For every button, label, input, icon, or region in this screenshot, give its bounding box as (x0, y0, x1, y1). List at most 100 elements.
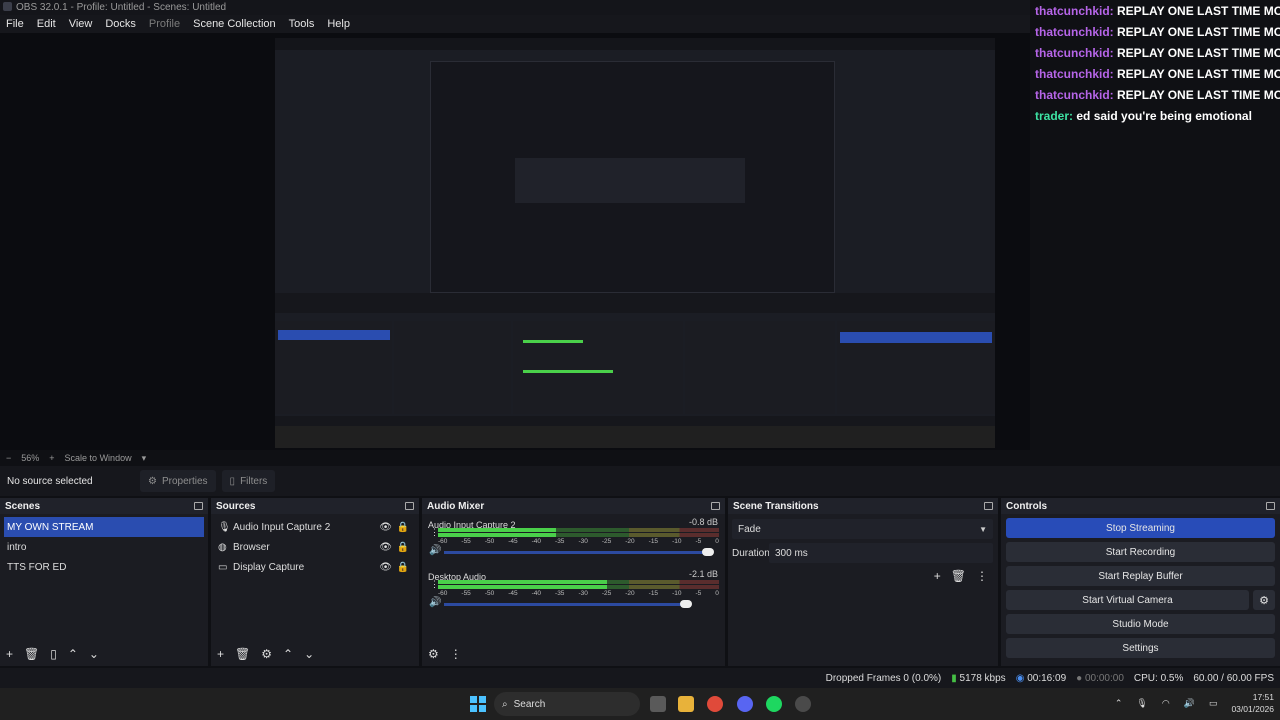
transition-value: Fade (738, 523, 761, 535)
chevron-down-icon: ▼ (979, 524, 987, 534)
chrome-icon[interactable] (707, 696, 723, 712)
lock-icon[interactable]: 🔒 (397, 522, 409, 533)
speaker-icon[interactable]: 🔊 (429, 545, 441, 556)
preview-area[interactable] (0, 33, 1030, 450)
volume-slider[interactable] (444, 548, 714, 556)
title-bar: OBS 32.0.1 - Profile: Untitled - Scenes:… (0, 0, 1030, 15)
undock-icon[interactable] (405, 502, 414, 510)
level-meter (438, 528, 719, 538)
menu-scene-collection[interactable]: Scene Collection (193, 18, 276, 30)
date: 03/01/2026 (1231, 704, 1274, 714)
audio-mixer-dock: Audio Mixer Audio Input Capture 2 -0.8 d… (422, 498, 728, 666)
dock-title: Controls (1006, 500, 1048, 512)
meter-tick-label: -5 (695, 538, 702, 545)
eye-icon[interactable]: 👁 (379, 562, 392, 573)
gear-icon[interactable]: ⚙ (261, 647, 272, 661)
scene-item-my-own-stream[interactable]: MY OWN STREAM (4, 517, 204, 537)
scenes-dock: Scenes MY OWN STREAM intro TTS FOR ED + … (0, 498, 211, 666)
file-explorer-icon[interactable] (678, 696, 694, 712)
discord-icon[interactable] (737, 696, 753, 712)
stop-streaming-button[interactable]: Stop Streaming (1006, 518, 1275, 538)
windows-start-icon[interactable] (470, 696, 486, 712)
chevron-up-icon[interactable]: ⌃ (1115, 698, 1123, 709)
speaker-icon[interactable]: 🔊 (429, 597, 441, 608)
virtual-camera-row: Start Virtual Camera ⚙ (1006, 590, 1275, 610)
lock-icon[interactable]: 🔒 (397, 562, 409, 573)
chevron-up-icon[interactable]: ⌃ (68, 647, 78, 661)
lock-icon[interactable]: 🔒 (397, 542, 409, 553)
zoom-out-button[interactable]: − (6, 453, 11, 463)
meter-tick-label: -30 (578, 590, 588, 597)
filters-button[interactable]: ▯ Filters (221, 470, 276, 492)
menu-file[interactable]: File (6, 18, 24, 30)
menu-help[interactable]: Help (327, 18, 350, 30)
duration-input[interactable]: 300 ms (769, 543, 993, 563)
battery-icon[interactable]: ▭ (1209, 698, 1218, 709)
volume-slider[interactable] (444, 600, 692, 608)
gear-icon[interactable]: ⚙ (428, 647, 439, 661)
more-icon[interactable]: ⋮ (976, 569, 988, 583)
clock[interactable]: 17:51 03/01/2026 (1231, 691, 1274, 715)
trash-icon[interactable]: 🗑 (24, 647, 39, 661)
transition-select[interactable]: Fade ▼ (732, 519, 993, 539)
preview-canvas[interactable] (275, 38, 995, 448)
taskbar-search[interactable]: ⌕ Search (494, 692, 640, 716)
filters-label: Filters (240, 475, 268, 487)
task-view-icon[interactable] (650, 696, 666, 712)
undock-icon[interactable] (984, 502, 993, 510)
add-icon[interactable]: + (217, 647, 224, 661)
volume-knob[interactable] (680, 600, 692, 608)
trash-icon[interactable]: 🗑 (951, 569, 966, 583)
volume-knob[interactable] (702, 548, 714, 556)
undock-icon[interactable] (194, 502, 203, 510)
spotify-icon[interactable] (766, 696, 782, 712)
source-item-audio-input[interactable]: 🎙 Audio Input Capture 2 👁 🔒 (211, 517, 419, 537)
eye-icon[interactable]: 👁 (379, 522, 392, 533)
scene-item-intro[interactable]: intro (0, 537, 208, 557)
level-meter (438, 580, 719, 590)
start-recording-button[interactable]: Start Recording (1006, 542, 1275, 562)
undock-icon[interactable] (711, 502, 720, 510)
meter-tick-label: -15 (648, 590, 659, 597)
settings-button[interactable]: Settings (1006, 638, 1275, 658)
chevron-down-icon[interactable]: ⌄ (304, 647, 314, 661)
globe-icon: ◍ (218, 542, 227, 553)
microphone-icon[interactable]: 🎙 (1136, 698, 1147, 709)
gear-icon[interactable]: ⚙ (1253, 590, 1275, 610)
duration-value: 300 ms (775, 547, 808, 559)
nested-taskbar (275, 426, 995, 448)
dock-header: Audio Mixer (422, 498, 725, 514)
add-icon[interactable]: + (6, 647, 13, 661)
wifi-icon[interactable]: ◠ (1162, 698, 1170, 709)
start-replay-buffer-button[interactable]: Start Replay Buffer (1006, 566, 1275, 586)
no-source-label: No source selected (7, 475, 93, 487)
properties-button[interactable]: ⚙ Properties (140, 470, 216, 492)
chevron-down-icon[interactable]: ⌄ (89, 647, 99, 661)
zoom-mode-select[interactable]: Scale to Window (65, 453, 132, 463)
undock-icon[interactable] (1266, 502, 1275, 510)
menu-tools[interactable]: Tools (289, 18, 315, 30)
volume-icon[interactable]: 🔊 (1184, 698, 1195, 709)
chevron-down-icon[interactable]: ▾ (142, 453, 147, 464)
menu-docks[interactable]: Docks (105, 18, 136, 30)
obs-icon[interactable] (795, 696, 811, 712)
menu-view[interactable]: View (69, 18, 93, 30)
studio-mode-button[interactable]: Studio Mode (1006, 614, 1275, 634)
filter-icon[interactable]: ▯ (50, 647, 57, 661)
source-toolbar: No source selected ⚙ Properties ▯ Filters (0, 466, 1280, 496)
source-item-display-capture[interactable]: ▭ Display Capture 👁 🔒 (211, 557, 419, 577)
chat-message: REPLAY ONE LAST TIME MORE W (1117, 46, 1280, 60)
more-icon[interactable]: ⋮ (450, 647, 462, 661)
source-item-browser[interactable]: ◍ Browser 👁 🔒 (211, 537, 419, 557)
trash-icon[interactable]: 🗑 (235, 647, 250, 661)
zoom-in-button[interactable]: + (49, 453, 54, 463)
meter-tick-label: -30 (578, 538, 588, 545)
eye-icon[interactable]: 👁 (379, 542, 392, 553)
menu-profile[interactable]: Profile (149, 18, 180, 30)
chevron-up-icon[interactable]: ⌃ (283, 647, 293, 661)
record-time-group: ● 00:00:00 (1076, 672, 1124, 684)
add-icon[interactable]: + (934, 569, 941, 583)
scene-item-tts-for-ed[interactable]: TTS FOR ED (0, 557, 208, 577)
start-virtual-camera-button[interactable]: Start Virtual Camera (1006, 590, 1249, 610)
menu-edit[interactable]: Edit (37, 18, 56, 30)
